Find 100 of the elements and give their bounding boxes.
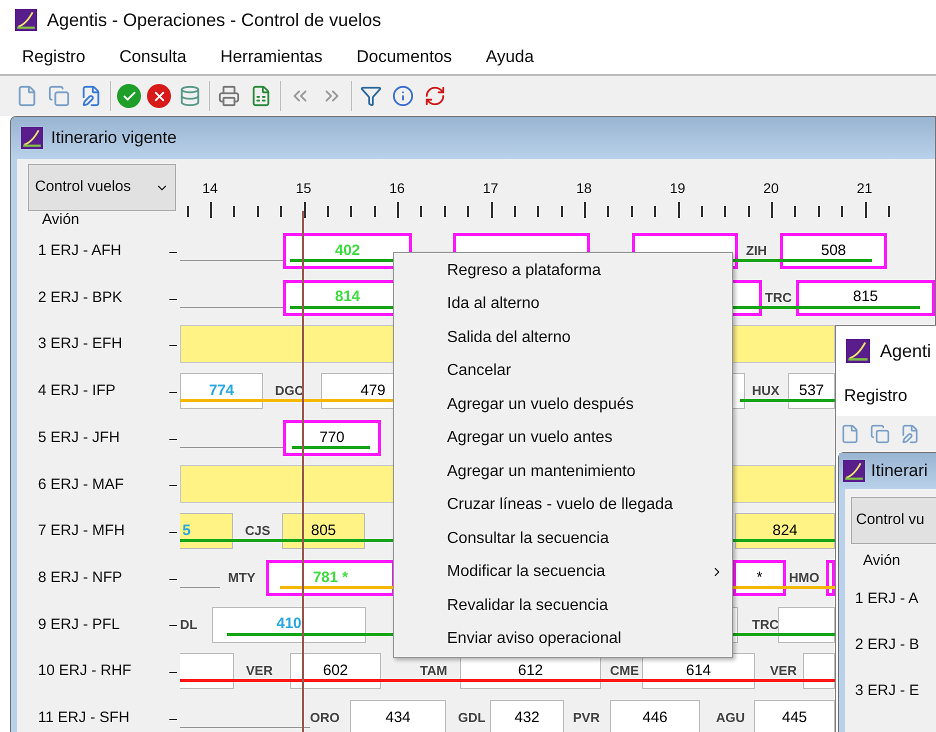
flight-block[interactable]: 770	[283, 420, 381, 456]
station-code: CJS	[245, 522, 270, 540]
copy-icon[interactable]	[46, 83, 72, 109]
row-dash: –	[169, 568, 177, 588]
flight-number: 774	[208, 380, 234, 401]
flight-block[interactable]: 445	[754, 700, 835, 732]
row-dash: –	[169, 428, 177, 448]
menu-item[interactable]: Ayuda	[486, 44, 534, 70]
window-title: Agenti	[880, 340, 932, 363]
flight-number: 814	[334, 287, 360, 308]
row-dash: –	[169, 335, 177, 354]
flight-block[interactable]: 434	[350, 700, 446, 732]
app-logo-icon	[846, 339, 870, 363]
hour-label: 18	[576, 179, 592, 198]
row-dash: –	[169, 475, 177, 494]
menu-item[interactable]: Registro	[836, 376, 936, 416]
accept-icon[interactable]	[117, 84, 141, 108]
flight-block[interactable]: 537	[788, 373, 835, 410]
aircraft-label: 9 ERJ - PFL	[38, 614, 120, 635]
flight-block[interactable]: 824	[735, 513, 835, 550]
station-code: HMO	[789, 568, 820, 587]
flight-number: 824	[772, 520, 798, 541]
row-dash: –	[169, 382, 177, 401]
station-code: MTY	[228, 568, 256, 587]
column-header: Avión	[42, 211, 80, 228]
aircraft-label: 2 ERJ - B	[855, 634, 920, 654]
hour-label: 21	[856, 179, 872, 198]
flight-number: 446	[642, 708, 668, 728]
cancel-icon[interactable]	[147, 84, 171, 108]
edit-document-icon	[900, 424, 920, 444]
child-window-title: Itinerario vigente	[51, 127, 177, 150]
row-dash: –	[169, 662, 177, 682]
menu-item[interactable]: Herramientas	[220, 44, 322, 70]
station-code: VER	[246, 662, 273, 680]
column-header: Avión	[863, 551, 902, 571]
hour-label: 17	[482, 179, 498, 198]
menu-item[interactable]: Registro	[22, 44, 86, 70]
flight-number: 602	[322, 660, 348, 681]
aircraft-label: 3 ERJ - EFH	[38, 334, 122, 354]
child-window-title: Itinerari	[871, 460, 928, 482]
menu-item[interactable]: Consulta	[119, 44, 186, 70]
menu-item[interactable]: Documentos	[356, 44, 452, 70]
station-code: ZIH	[746, 242, 767, 260]
view-dropdown[interactable]: Control vuelos	[28, 164, 176, 211]
flight-block[interactable]: *	[733, 560, 786, 596]
app-logo-icon	[21, 127, 43, 149]
aircraft-label: 8 ERJ - NFP	[38, 568, 122, 588]
station-code: HUX	[752, 382, 780, 400]
context-menu-item[interactable]: Salida del alterno	[394, 321, 732, 354]
flight-block[interactable]: 815	[796, 280, 935, 316]
window-title: Agentis - Operaciones - Control de vuelos	[47, 8, 382, 32]
aircraft-label: 1 ERJ - A	[855, 588, 920, 608]
context-menu-item[interactable]: Cruzar líneas - vuelo de llegada	[394, 488, 732, 522]
flight-block[interactable]: 602	[290, 653, 381, 690]
flight-block[interactable]: 432	[490, 700, 564, 732]
aircraft-label: 7 ERJ - MFH	[38, 521, 125, 542]
station-code: CME	[610, 662, 639, 680]
printer-icon[interactable]	[216, 83, 242, 109]
flight-number: 5	[182, 520, 191, 541]
flight-number: 434	[385, 708, 411, 728]
station-code: TRC	[752, 616, 779, 634]
flight-number: 781 *	[312, 568, 348, 588]
context-menu-item[interactable]: Modificar la secuencia	[394, 556, 732, 589]
station-code: DL	[180, 616, 198, 634]
flight-block[interactable]: 508	[780, 233, 887, 269]
aircraft-label: 6 ERJ - MAF	[38, 474, 124, 495]
aircraft-label: 10 ERJ - RHF	[38, 661, 132, 682]
flight-number: 402	[334, 240, 360, 261]
hour-label: 16	[389, 179, 405, 198]
flight-block[interactable]: 446	[610, 700, 700, 732]
aircraft-label: 3 ERJ - E	[855, 680, 920, 700]
hour-label: 15	[296, 179, 312, 198]
station-code: PVR	[573, 708, 600, 727]
aircraft-label: 2 ERJ - BPK	[38, 288, 122, 308]
info-icon[interactable]	[390, 83, 416, 109]
context-menu-item[interactable]: Consultar la secuencia	[394, 522, 732, 556]
aircraft-label: 11 ERJ - SFH	[38, 708, 130, 728]
row-dash: –	[169, 615, 177, 634]
station-code: TRC	[765, 288, 792, 307]
row-dash: –	[169, 288, 177, 308]
station-code: VER	[770, 662, 797, 680]
flight-number: *	[756, 568, 762, 588]
flight-number: 537	[798, 380, 824, 401]
app-logo-icon	[15, 9, 37, 31]
flight-number: 432	[514, 708, 540, 728]
flight-number: 479	[360, 380, 386, 401]
context-menu-item[interactable]: Enviar aviso operacional	[394, 622, 732, 656]
context-menu-item[interactable]: Revalidar la secuencia	[394, 589, 732, 622]
station-code: ORO	[310, 708, 340, 727]
hour-label: 20	[763, 179, 779, 198]
flight-number: 770	[319, 428, 345, 448]
view-dropdown[interactable]: Control vu	[851, 497, 936, 544]
context-menu-item[interactable]: Agregar un vuelo antes	[394, 422, 732, 455]
aircraft-label: 1 ERJ - AFH	[38, 241, 122, 262]
row-dash: –	[169, 242, 177, 261]
station-code: GDL	[458, 708, 486, 727]
context-menu-item[interactable]: Agregar un mantenimiento	[394, 455, 732, 488]
flight-number: 805	[310, 520, 336, 541]
new-document-icon	[840, 424, 860, 444]
row-dash: –	[169, 522, 177, 541]
